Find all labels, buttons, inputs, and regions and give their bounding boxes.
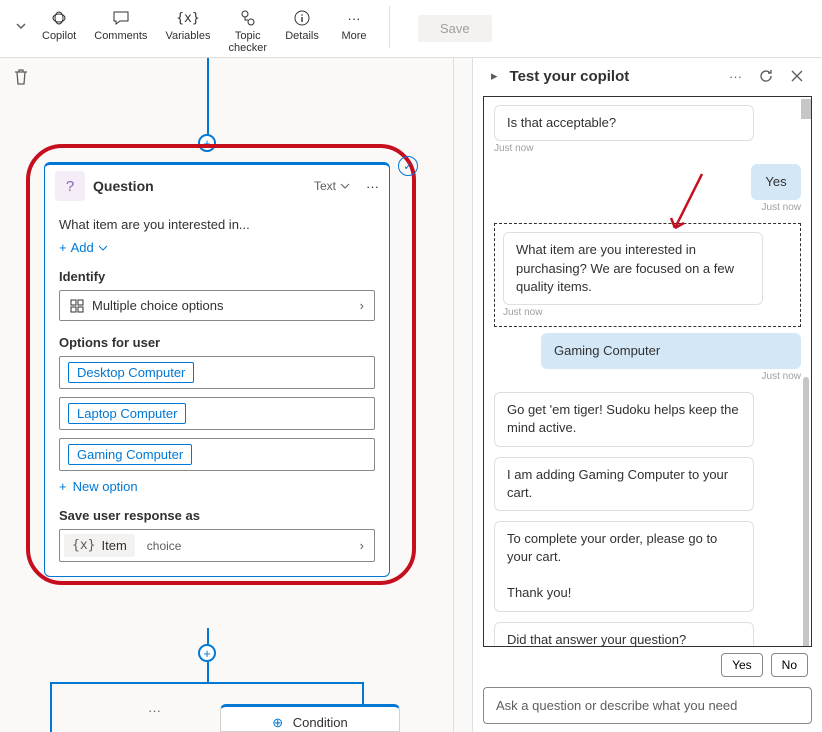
chat-placeholder: Ask a question or describe what you need [496, 698, 737, 713]
bot-message: What item are you interested in purchasi… [503, 232, 763, 305]
delete-button[interactable] [12, 68, 30, 86]
chevron-right-icon: › [350, 538, 374, 553]
toolbar-details[interactable]: Details [277, 6, 327, 44]
user-message: Yes [751, 164, 801, 200]
add-message-button[interactable]: + Add [59, 240, 375, 255]
timestamp: Just now [494, 371, 801, 382]
condition-label: Condition [293, 715, 348, 730]
chat-area[interactable]: Is that acceptable? Just now Yes Just no… [483, 96, 812, 647]
suggest-no[interactable]: No [771, 653, 808, 677]
save-as-label: Save user response as [59, 508, 375, 523]
question-prompt[interactable]: What item are you interested in... [59, 217, 375, 232]
panel-more-icon[interactable]: ··· [725, 67, 746, 86]
chevron-right-icon: › [360, 298, 364, 313]
chat-input[interactable]: Ask a question or describe what you need [483, 687, 812, 724]
suggest-yes[interactable]: Yes [721, 653, 763, 677]
option-chip: Desktop Computer [68, 362, 194, 383]
identify-value: Multiple choice options [92, 298, 224, 313]
toolbar-copilot[interactable]: Copilot [34, 6, 84, 44]
scrollbar[interactable] [803, 377, 809, 647]
timestamp: Just now [494, 202, 801, 213]
plus-icon: + [59, 479, 67, 494]
node-type-label: Text [314, 179, 336, 193]
test-panel: ▸ Test your copilot ··· Is that acceptab… [472, 58, 822, 732]
identify-selector[interactable]: Multiple choice options › [59, 290, 375, 321]
close-icon[interactable] [786, 67, 808, 85]
question-node[interactable]: ✓ ? Question Text ··· What item are you … [44, 162, 390, 577]
timestamp: Just now [494, 143, 801, 154]
option-row[interactable]: Laptop Computer [59, 397, 375, 430]
question-icon: ? [55, 171, 85, 201]
identify-label: Identify [59, 269, 375, 284]
timestamp: Just now [503, 307, 792, 318]
highlighted-turn: What item are you interested in purchasi… [494, 223, 801, 327]
toolbar-variables[interactable]: {x} Variables [157, 6, 218, 44]
toolbar-copilot-label: Copilot [42, 30, 76, 42]
node-more-icon[interactable]: ··· [366, 179, 379, 194]
copilot-icon [50, 8, 68, 28]
toolbar-expand[interactable] [10, 6, 32, 46]
divider [389, 6, 390, 48]
variable-name: Item [101, 538, 126, 553]
option-chip: Laptop Computer [68, 403, 186, 424]
refresh-icon[interactable] [754, 66, 778, 86]
topic-checker-icon [239, 8, 257, 28]
toolbar-comments[interactable]: Comments [86, 6, 155, 44]
node-title: Question [93, 178, 306, 194]
variables-icon: {x} [176, 8, 199, 28]
toolbar-comments-label: Comments [94, 30, 147, 42]
toolbar-more-label: More [341, 30, 366, 42]
toolbar-details-label: Details [285, 30, 319, 42]
canvas[interactable]: + ✓ ? Question Text ··· What item are yo… [0, 58, 472, 732]
option-row[interactable]: Gaming Computer [59, 438, 375, 471]
save-button[interactable]: Save [418, 15, 492, 42]
variable-icon: {x} [72, 538, 95, 553]
node-type-selector[interactable]: Text [314, 179, 350, 193]
condition-icon: ⊕ [272, 715, 283, 730]
variable-type: choice [147, 539, 182, 553]
toolbar-more[interactable]: ··· More [329, 6, 379, 44]
bot-message: Is that acceptable? [494, 105, 754, 141]
add-node-top[interactable]: + [198, 134, 216, 152]
test-panel-title: Test your copilot [510, 68, 717, 85]
suggested-replies: Yes No [473, 647, 822, 683]
comments-icon [112, 8, 130, 28]
bot-message: I am adding Gaming Computer to your cart… [494, 457, 754, 511]
panel-collapse[interactable]: ▸ [487, 66, 502, 86]
options-label: Options for user [59, 335, 375, 350]
toolbar-topic-checker-label: Topic checker [228, 30, 267, 54]
node-valid-icon: ✓ [398, 156, 418, 176]
condition-node[interactable]: ⊕ Condition [220, 704, 400, 732]
bot-message: Did that answer your question? [494, 622, 754, 647]
option-row[interactable]: Desktop Computer [59, 356, 375, 389]
toolbar-variables-label: Variables [165, 30, 210, 42]
more-icon: ··· [348, 8, 361, 28]
toolbar-topic-checker[interactable]: Topic checker [220, 6, 275, 56]
new-option-button[interactable]: + New option [59, 479, 375, 494]
add-node-bottom[interactable]: + [198, 644, 216, 662]
option-chip: Gaming Computer [68, 444, 192, 465]
grid-icon [70, 299, 84, 313]
main: + ✓ ? Question Text ··· What item are yo… [0, 58, 822, 732]
branch-more[interactable]: ··· [148, 703, 161, 718]
scrollbar[interactable] [801, 99, 811, 119]
plus-icon: + [59, 240, 67, 255]
toolbar: Copilot Comments {x} Variables Topic che… [0, 0, 822, 58]
user-message: Gaming Computer [541, 333, 801, 369]
variable-selector[interactable]: {x} Item choice › [59, 529, 375, 562]
bot-message: To complete your order, please go to you… [494, 521, 754, 612]
details-icon [294, 8, 310, 28]
bot-message: Go get 'em tiger! Sudoku helps keep the … [494, 392, 754, 446]
